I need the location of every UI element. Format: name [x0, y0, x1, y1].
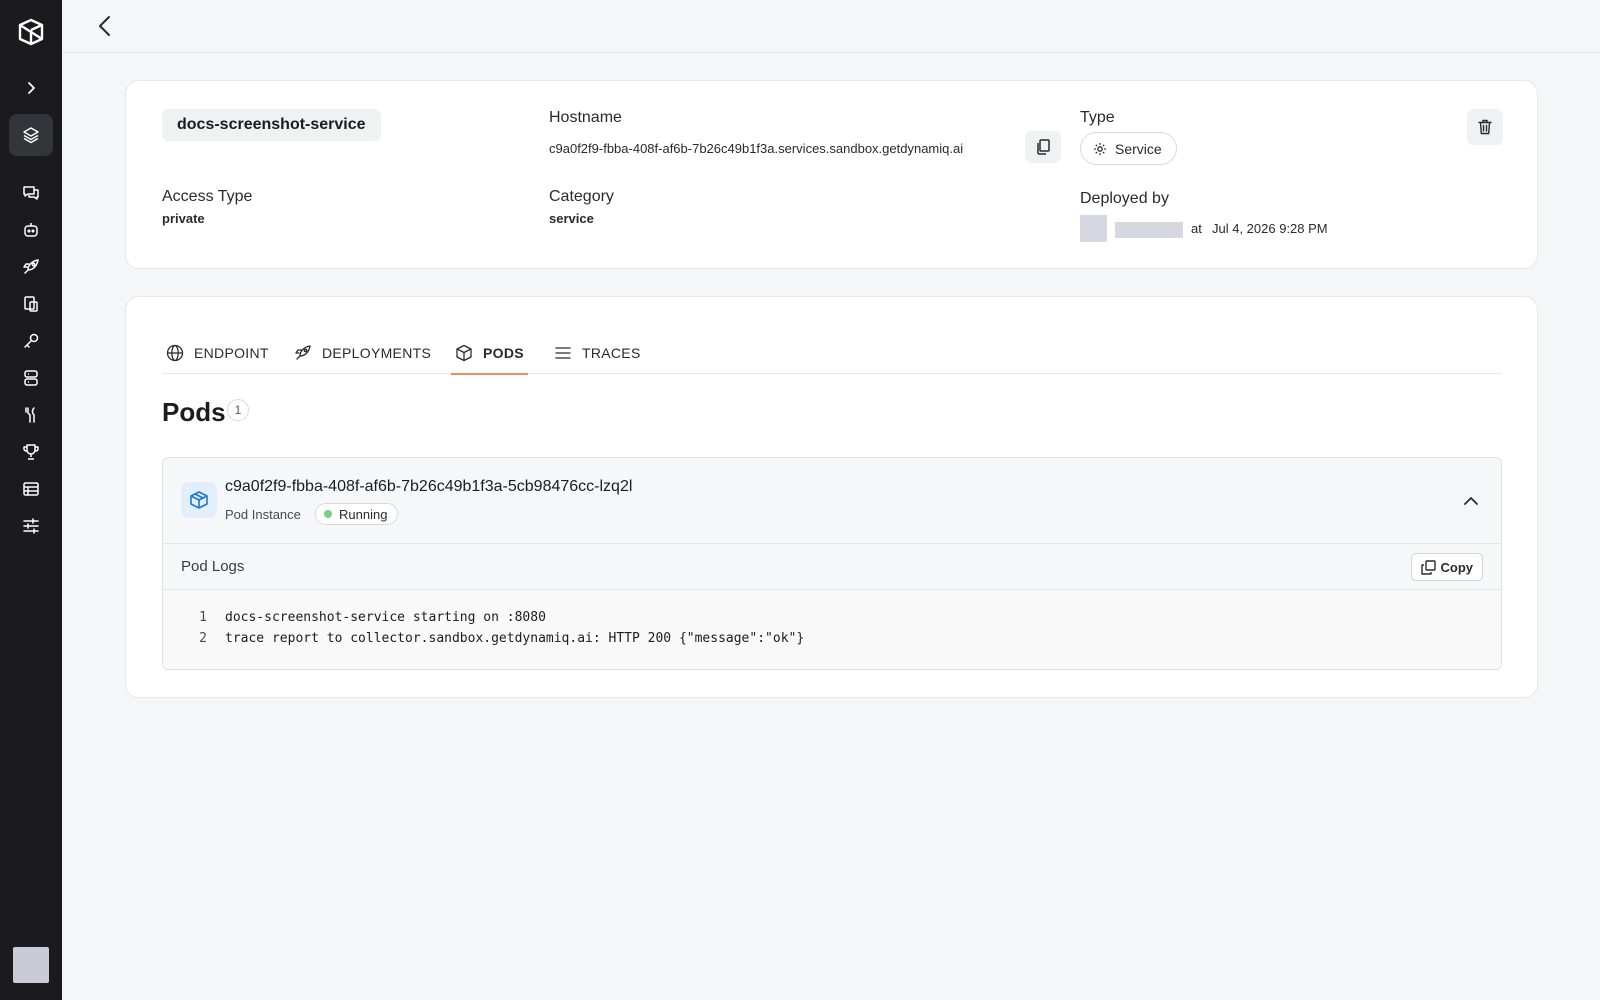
pods-card: ENDPOINT DEPLOYMENTS PODS TRACES Pods 1 …: [125, 296, 1538, 698]
access-type-label: Access Type: [162, 188, 253, 205]
pod-status-text: Running: [339, 506, 388, 522]
back-arrow-icon[interactable]: [92, 13, 118, 39]
chevron-up-icon[interactable]: [1459, 489, 1483, 513]
service-name-badge: docs-screenshot-service: [162, 109, 381, 141]
pod-logs-header: Pod Logs Copy: [163, 544, 1501, 590]
log-line: 1 docs-screenshot-service starting on :8…: [163, 607, 1501, 628]
category-value: service: [549, 211, 594, 226]
top-bar: [62, 0, 1600, 53]
pod-logs-body: 1 docs-screenshot-service starting on :8…: [163, 590, 1501, 669]
gear-icon: [1094, 142, 1106, 155]
bot-icon: [24, 223, 38, 237]
tab-endpoint[interactable]: ENDPOINT: [162, 332, 273, 374]
key-icon: [24, 333, 39, 348]
sidebar-item-settings[interactable]: [9, 505, 53, 547]
globe-icon: [166, 344, 184, 362]
category-label: Category: [549, 188, 614, 205]
table-icon: [23, 482, 39, 496]
sidebar-item-datasets[interactable]: [9, 468, 53, 510]
cube-icon: [456, 344, 472, 362]
access-type-value: private: [162, 211, 205, 226]
log-line-text: trace report to collector.sandbox.getdyn…: [225, 631, 805, 646]
tab-bar: ENDPOINT DEPLOYMENTS PODS TRACES: [162, 332, 1502, 375]
rocket-icon: [295, 345, 311, 360]
sidebar-item-deployments[interactable]: [9, 246, 53, 288]
copy-hostname-button[interactable]: [1025, 131, 1061, 163]
hostname-value: c9a0f2f9-fbba-408f-af6b-7b26c49b1f3a.ser…: [549, 141, 964, 156]
pod-name: c9a0f2f9-fbba-408f-af6b-7b26c49b1f3a-5cb…: [225, 478, 633, 495]
pod-status-badge: Running: [315, 503, 399, 525]
copy-icon: [1420, 559, 1436, 575]
deployed-at-prefix: at: [1191, 221, 1202, 236]
type-badge: Service: [1080, 132, 1177, 165]
tab-traces[interactable]: TRACES: [550, 332, 645, 374]
trophy-icon: [23, 444, 39, 460]
tab-label: DEPLOYMENTS: [322, 345, 432, 361]
delete-service-button[interactable]: [1467, 109, 1503, 145]
log-line: 2 trace report to collector.sandbox.getd…: [163, 628, 1501, 649]
sliders-icon: [23, 518, 39, 534]
chat-icon: [23, 186, 39, 200]
pods-heading: Pods: [162, 397, 226, 427]
list-icon: [555, 347, 571, 359]
log-line-number: 2: [199, 631, 207, 646]
sidebar: [0, 0, 62, 1000]
type-value: Service: [1115, 140, 1162, 157]
copy-icon: [1037, 139, 1050, 155]
type-label: Type: [1080, 109, 1115, 126]
rocket-icon: [23, 259, 39, 274]
deployed-by-label: Deployed by: [1080, 190, 1169, 207]
deployer-name-redacted: [1115, 222, 1183, 238]
user-avatar[interactable]: [13, 947, 49, 983]
app-logo-icon[interactable]: [13, 14, 49, 50]
tools-icon: [25, 407, 35, 423]
log-line-text: docs-screenshot-service starting on :808…: [225, 610, 546, 625]
tab-deployments[interactable]: DEPLOYMENTS: [290, 332, 435, 374]
pod-item: c9a0f2f9-fbba-408f-af6b-7b26c49b1f3a-5cb…: [162, 457, 1502, 670]
tab-label: PODS: [483, 345, 524, 361]
pod-header[interactable]: c9a0f2f9-fbba-408f-af6b-7b26c49b1f3a-5cb…: [163, 458, 1501, 544]
sidebar-item-documents[interactable]: [9, 283, 53, 325]
sidebar-expand-chevron-icon[interactable]: [19, 76, 43, 100]
pods-count-badge: 1: [227, 399, 249, 421]
sidebar-item-leaderboard[interactable]: [9, 431, 53, 473]
database-icon: [24, 370, 38, 386]
pod-logs-title: Pod Logs: [181, 558, 245, 575]
sidebar-item-services[interactable]: [9, 114, 53, 156]
sidebar-item-tools[interactable]: [9, 394, 53, 436]
documents-icon: [24, 296, 38, 312]
hostname-label: Hostname: [549, 109, 622, 126]
trash-icon: [1478, 119, 1492, 135]
service-info-card: docs-screenshot-service Hostname c9a0f2f…: [125, 80, 1538, 269]
log-line-number: 1: [199, 610, 207, 625]
sidebar-item-chat[interactable]: [9, 172, 53, 214]
deployed-at-date: Jul 4, 2026 9:28 PM: [1212, 221, 1328, 236]
sidebar-item-keys[interactable]: [9, 320, 53, 362]
tab-label: TRACES: [582, 345, 641, 361]
tab-label: ENDPOINT: [194, 345, 269, 361]
tab-pods[interactable]: PODS: [451, 332, 528, 375]
layers-icon: [23, 127, 39, 144]
copy-logs-button[interactable]: Copy: [1410, 553, 1483, 581]
copy-logs-label: Copy: [1440, 559, 1474, 575]
sidebar-item-storage[interactable]: [9, 357, 53, 399]
sidebar-item-agents[interactable]: [9, 209, 53, 251]
pod-subtitle: Pod Instance: [225, 507, 301, 522]
status-dot-icon: [324, 510, 332, 518]
pod-box-icon: [181, 482, 217, 518]
deployer-avatar: [1080, 215, 1107, 242]
